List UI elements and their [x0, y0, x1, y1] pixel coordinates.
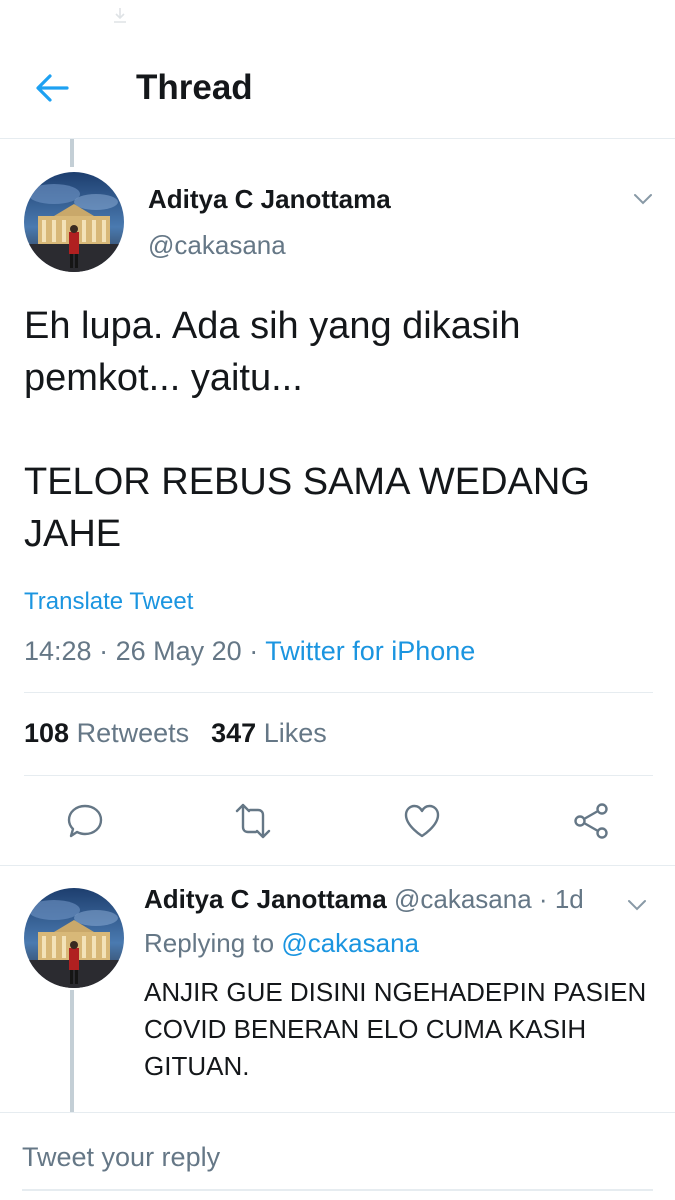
replying-prefix: Replying to [144, 928, 275, 958]
like-count: 347 [211, 718, 257, 748]
reply-text-line: GITUAN. [144, 1051, 250, 1081]
tweet-reply-input[interactable] [22, 1135, 642, 1179]
reply-text-line: COVID BENERAN ELO CUMA KASIH [144, 1014, 587, 1044]
likes-stat[interactable]: 347 Likes [211, 718, 327, 748]
input-underline [22, 1189, 653, 1191]
heart-icon [404, 804, 440, 838]
reply-text-line: ANJIR GUE DISINI NGEHADEPIN PASIEN [144, 977, 647, 1007]
replying-to: Replying to @cakasana [144, 928, 419, 959]
translate-tweet-link[interactable]: Translate Tweet [24, 588, 193, 616]
retweet-count: 108 [24, 718, 70, 748]
tweet-menu-button[interactable] [628, 184, 658, 214]
reply-text: ANJIR GUE DISINI NGEHADEPIN PASIEN COVID… [144, 974, 659, 1085]
retweets-stat[interactable]: 108 Retweets [24, 718, 189, 748]
tweet-text-line: pemkot... yaitu... [24, 357, 303, 399]
thread-connector-line [70, 139, 74, 167]
notification-icon [108, 4, 132, 28]
reply-menu-button[interactable] [622, 890, 652, 920]
like-label: Likes [263, 718, 327, 748]
retweet-icon [235, 803, 271, 839]
thread-connector-line [70, 990, 74, 1112]
reply-author-handle[interactable]: @cakasana [394, 884, 532, 914]
chevron-down-icon [634, 194, 652, 205]
reply-age: 1d [554, 884, 584, 914]
tweet-source-link[interactable]: Twitter for iPhone [265, 636, 475, 666]
author-handle[interactable]: @cakasana [148, 230, 286, 261]
retweet-label: Retweets [76, 718, 190, 748]
tweet-text-line: JAHE [24, 513, 122, 555]
meta-separator: · [538, 884, 548, 914]
tweet-text-line: TELOR REBUS SAMA WEDANG [24, 461, 590, 503]
arrow-left-icon [36, 74, 69, 102]
tweet-text-line: Eh lupa. Ada sih yang dikasih [24, 305, 521, 347]
reply-author-name[interactable]: Aditya C Janottama [144, 884, 387, 914]
tweet-text: Eh lupa. Ada sih yang dikasih pemkot... … [24, 300, 644, 560]
retweet-button[interactable] [225, 793, 281, 849]
page-title: Thread [136, 68, 253, 107]
reply-button[interactable] [57, 793, 113, 849]
share-icon [574, 803, 608, 839]
chevron-down-icon [628, 900, 646, 911]
avatar[interactable] [24, 888, 124, 988]
tweet-stats: 108 Retweets 347 Likes [24, 718, 327, 749]
divider [0, 865, 675, 866]
back-button[interactable] [30, 66, 74, 110]
speech-bubble-icon [67, 804, 103, 838]
like-button[interactable] [394, 793, 450, 849]
meta-separator: · [99, 636, 109, 666]
tweet-metadata: 14:28 · 26 May 20 · Twitter for iPhone [24, 636, 475, 667]
reply-composer [0, 1113, 675, 1200]
author-name[interactable]: Aditya C Janottama [148, 184, 391, 215]
meta-separator: · [249, 636, 259, 666]
reply-header: Aditya C Janottama @cakasana · 1d [144, 884, 584, 915]
share-button[interactable] [563, 793, 619, 849]
replying-to-mention[interactable]: @cakasana [281, 928, 419, 958]
tweet-time: 14:28 [24, 636, 92, 666]
app-header [0, 0, 675, 139]
divider [24, 692, 653, 693]
divider [24, 775, 653, 776]
avatar[interactable] [24, 172, 124, 272]
tweet-date: 26 May 20 [115, 636, 242, 666]
